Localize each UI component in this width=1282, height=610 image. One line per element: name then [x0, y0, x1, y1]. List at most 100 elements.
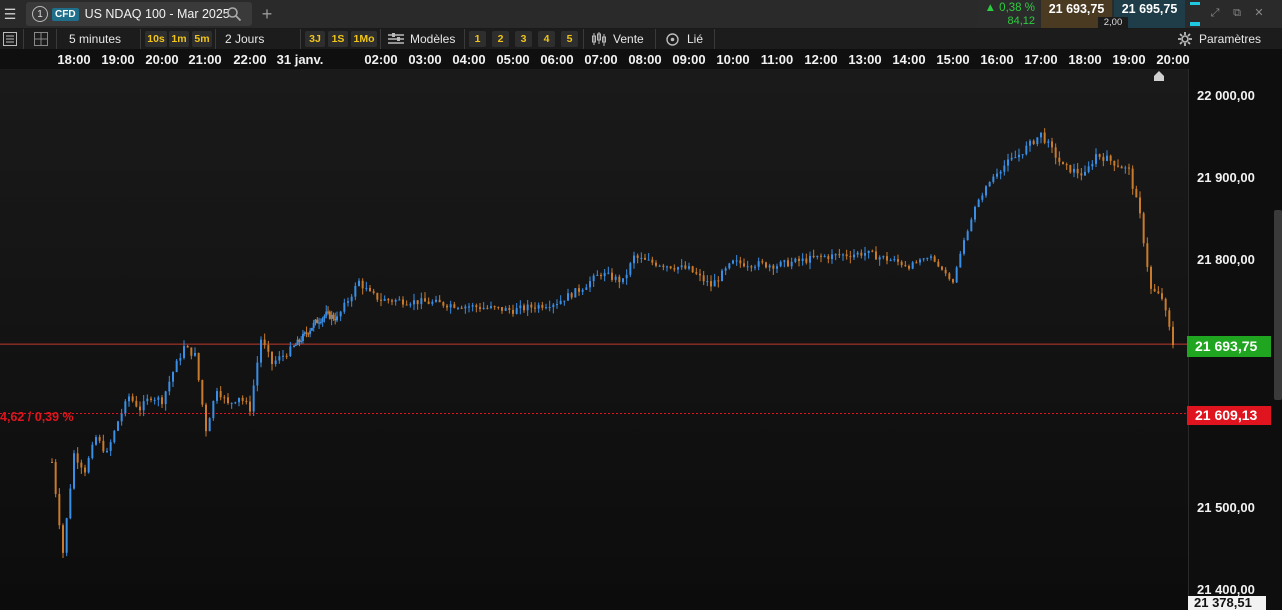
reference-change-text: 4,62 / 0,39 %: [0, 410, 74, 424]
interval-select[interactable]: 5 minutes: [69, 29, 121, 49]
candle-body: [479, 307, 481, 310]
candle: [420, 292, 423, 310]
candle: [823, 254, 826, 258]
candle: [330, 310, 333, 326]
template-1-button[interactable]: 1: [469, 31, 486, 47]
time-tick: 22:00: [233, 52, 267, 67]
candle: [625, 269, 628, 285]
candle: [772, 264, 775, 275]
candle: [98, 434, 101, 444]
candle: [831, 249, 833, 264]
gear-icon[interactable]: [1178, 32, 1192, 46]
candle-body: [702, 275, 705, 282]
candle: [490, 301, 492, 310]
candle: [530, 302, 533, 313]
sell-chart-toggle[interactable]: Vente: [613, 29, 644, 49]
time-tick: 20:00: [145, 52, 179, 67]
template-3-button[interactable]: 3: [515, 31, 532, 47]
candle-body: [614, 276, 617, 280]
vertical-scrollbar[interactable]: [1274, 210, 1282, 400]
candlestick-plot[interactable]: [0, 69, 1188, 610]
link-icon[interactable]: [666, 33, 679, 46]
range-1mo-button[interactable]: 1Mo: [351, 31, 377, 47]
range-1s-button[interactable]: 1S: [328, 31, 348, 47]
template-5-button[interactable]: 5: [561, 31, 578, 47]
candle-body: [1164, 298, 1167, 311]
candle-body: [948, 273, 951, 280]
candle-body: [1080, 173, 1083, 176]
candle: [471, 302, 474, 312]
candle-body: [300, 340, 303, 342]
search-icon[interactable]: [226, 6, 242, 22]
current-price-badge: 21 693,75: [1187, 336, 1271, 357]
close-icon[interactable]: ✕: [1252, 6, 1266, 20]
scroll-to-latest-icon[interactable]: [1153, 70, 1165, 82]
candle-body: [205, 404, 207, 432]
candle: [216, 387, 218, 404]
candle: [820, 253, 822, 263]
candle-body: [849, 256, 852, 258]
settings-button[interactable]: Paramètres: [1199, 29, 1261, 49]
candle-body: [570, 293, 573, 298]
list-view-icon[interactable]: [3, 32, 17, 46]
spread-value: 2,00: [1098, 17, 1128, 28]
candle: [695, 267, 698, 276]
candle-body: [816, 255, 819, 258]
candle-body: [139, 406, 141, 411]
price-tick: 21 800,00: [1197, 252, 1255, 267]
candle: [798, 255, 800, 267]
candle-body: [592, 275, 595, 282]
interval-10s-button[interactable]: 10s: [145, 31, 167, 47]
hamburger-menu-icon[interactable]: ☰: [0, 0, 20, 28]
templates-icon[interactable]: [388, 33, 404, 45]
candle-body: [486, 307, 489, 309]
candle-body: [183, 346, 185, 358]
candle: [164, 390, 167, 411]
candle-body: [102, 440, 105, 452]
candle-body: [490, 306, 492, 308]
candle-body: [142, 401, 145, 411]
linked-toggle[interactable]: Lié: [687, 29, 703, 49]
candlestick-icon[interactable]: [591, 32, 607, 46]
candle: [234, 401, 237, 405]
layout-grid-icon[interactable]: [34, 32, 48, 46]
interval-1m-button[interactable]: 1m: [169, 31, 189, 47]
candle-body: [241, 397, 244, 401]
candle: [706, 275, 709, 287]
candle: [157, 395, 160, 407]
add-tab-icon[interactable]: +: [258, 4, 276, 24]
candle: [365, 281, 368, 292]
candle: [1032, 139, 1035, 146]
candle: [301, 329, 304, 344]
candle: [51, 458, 53, 463]
candle: [1003, 160, 1006, 176]
expand-icon[interactable]: ⤢: [1208, 6, 1222, 20]
instrument-tab[interactable]: 1 CFD US NDAQ 100 - Mar 2025: [26, 2, 252, 26]
candle-body: [1120, 166, 1123, 169]
interval-5m-button[interactable]: 5m: [192, 31, 212, 47]
candle-body: [739, 260, 742, 264]
indicator-mark: [1190, 22, 1200, 26]
templates-menu[interactable]: Modèles: [410, 29, 455, 49]
indicator-mark: [1190, 2, 1200, 5]
candle-body: [977, 199, 980, 208]
template-4-button[interactable]: 4: [538, 31, 555, 47]
candle: [662, 263, 665, 271]
candle-body: [1003, 165, 1006, 172]
popout-icon[interactable]: ⧉: [1230, 6, 1244, 20]
range-3j-button[interactable]: 3J: [305, 31, 325, 47]
candle-body: [168, 381, 171, 392]
candle-body: [334, 318, 337, 321]
candle-body: [175, 360, 178, 373]
template-2-button[interactable]: 2: [492, 31, 509, 47]
reference-price-badge: 21 609,13: [1187, 406, 1271, 425]
candle-body: [1025, 145, 1028, 155]
candle-body: [1010, 157, 1013, 160]
candle-body: [809, 255, 811, 263]
candle-body: [578, 288, 580, 292]
candle: [691, 265, 694, 273]
price-chart[interactable]: [0, 69, 1188, 610]
range-select[interactable]: 2 Jours: [225, 29, 264, 49]
candle-body: [860, 252, 863, 256]
candle: [724, 266, 727, 276]
